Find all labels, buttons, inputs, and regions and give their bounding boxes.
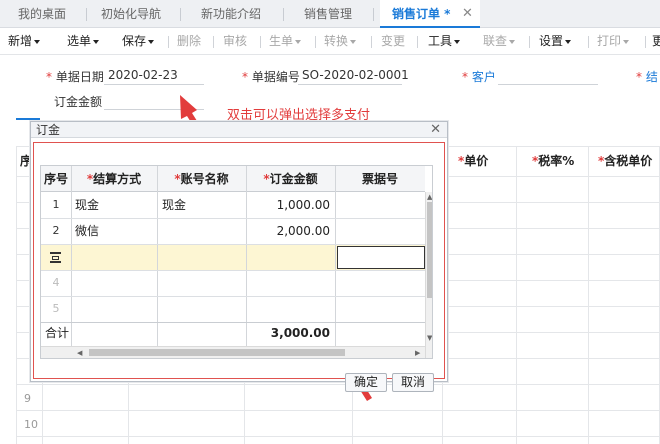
grid-line	[41, 270, 425, 271]
total-label: 合计	[45, 326, 70, 340]
vertical-scrollbar[interactable]: ▲ ▼	[425, 192, 432, 358]
col-header-method: *结算方式	[71, 166, 157, 192]
scroll-thumb[interactable]	[427, 202, 432, 298]
row-number: 5	[52, 302, 60, 315]
grid-line	[41, 296, 425, 297]
cancel-button[interactable]: 取消	[392, 373, 434, 392]
grid-line	[71, 166, 72, 346]
scroll-left-icon[interactable]: ◀	[77, 349, 82, 358]
row-number: 1	[52, 198, 60, 211]
grid-line	[157, 166, 158, 346]
row-number: 4	[52, 276, 60, 289]
grid-line	[41, 322, 425, 323]
col-header-seq: 序号	[41, 166, 71, 192]
deposit-dialog: 订金 ✕ 序号 *结算方式 *账号名称 *订金金额 票据号 1 现金 现金 1,…	[30, 121, 448, 392]
scroll-thumb[interactable]	[89, 349, 345, 356]
col-header-ticket: 票据号	[335, 166, 425, 192]
method-cell[interactable]: 微信	[75, 218, 99, 244]
total-amount: 3,000.00	[270, 326, 330, 340]
deposit-table: 序号 *结算方式 *账号名称 *订金金额 票据号 1 现金 现金 1,000.0…	[40, 165, 433, 359]
horizontal-scrollbar[interactable]: ◀ ▶	[41, 346, 425, 358]
scroll-right-icon[interactable]: ▶	[415, 349, 420, 358]
row-number: 2	[52, 224, 60, 237]
dialog-title: 订金	[31, 122, 447, 138]
col-header-account: *账号名称	[157, 166, 246, 192]
scroll-up-icon[interactable]: ▲	[427, 193, 432, 202]
amount-cell[interactable]: 1,000.00	[246, 192, 330, 218]
method-cell[interactable]: 现金	[75, 192, 99, 218]
amount-cell[interactable]: 2,000.00	[246, 218, 330, 244]
ok-button[interactable]: 确定	[345, 373, 387, 392]
row-edit-icon	[49, 251, 62, 264]
account-cell[interactable]: 现金	[162, 192, 186, 218]
col-header-amount: *订金金额	[246, 166, 335, 192]
grid-line	[41, 244, 425, 245]
grid-line	[335, 166, 336, 346]
ticket-cell-editor[interactable]	[337, 246, 425, 269]
scroll-down-icon[interactable]: ▼	[427, 334, 432, 343]
highlight-frame: 序号 *结算方式 *账号名称 *订金金额 票据号 1 现金 现金 1,000.0…	[33, 142, 445, 392]
close-icon[interactable]: ✕	[430, 122, 441, 137]
